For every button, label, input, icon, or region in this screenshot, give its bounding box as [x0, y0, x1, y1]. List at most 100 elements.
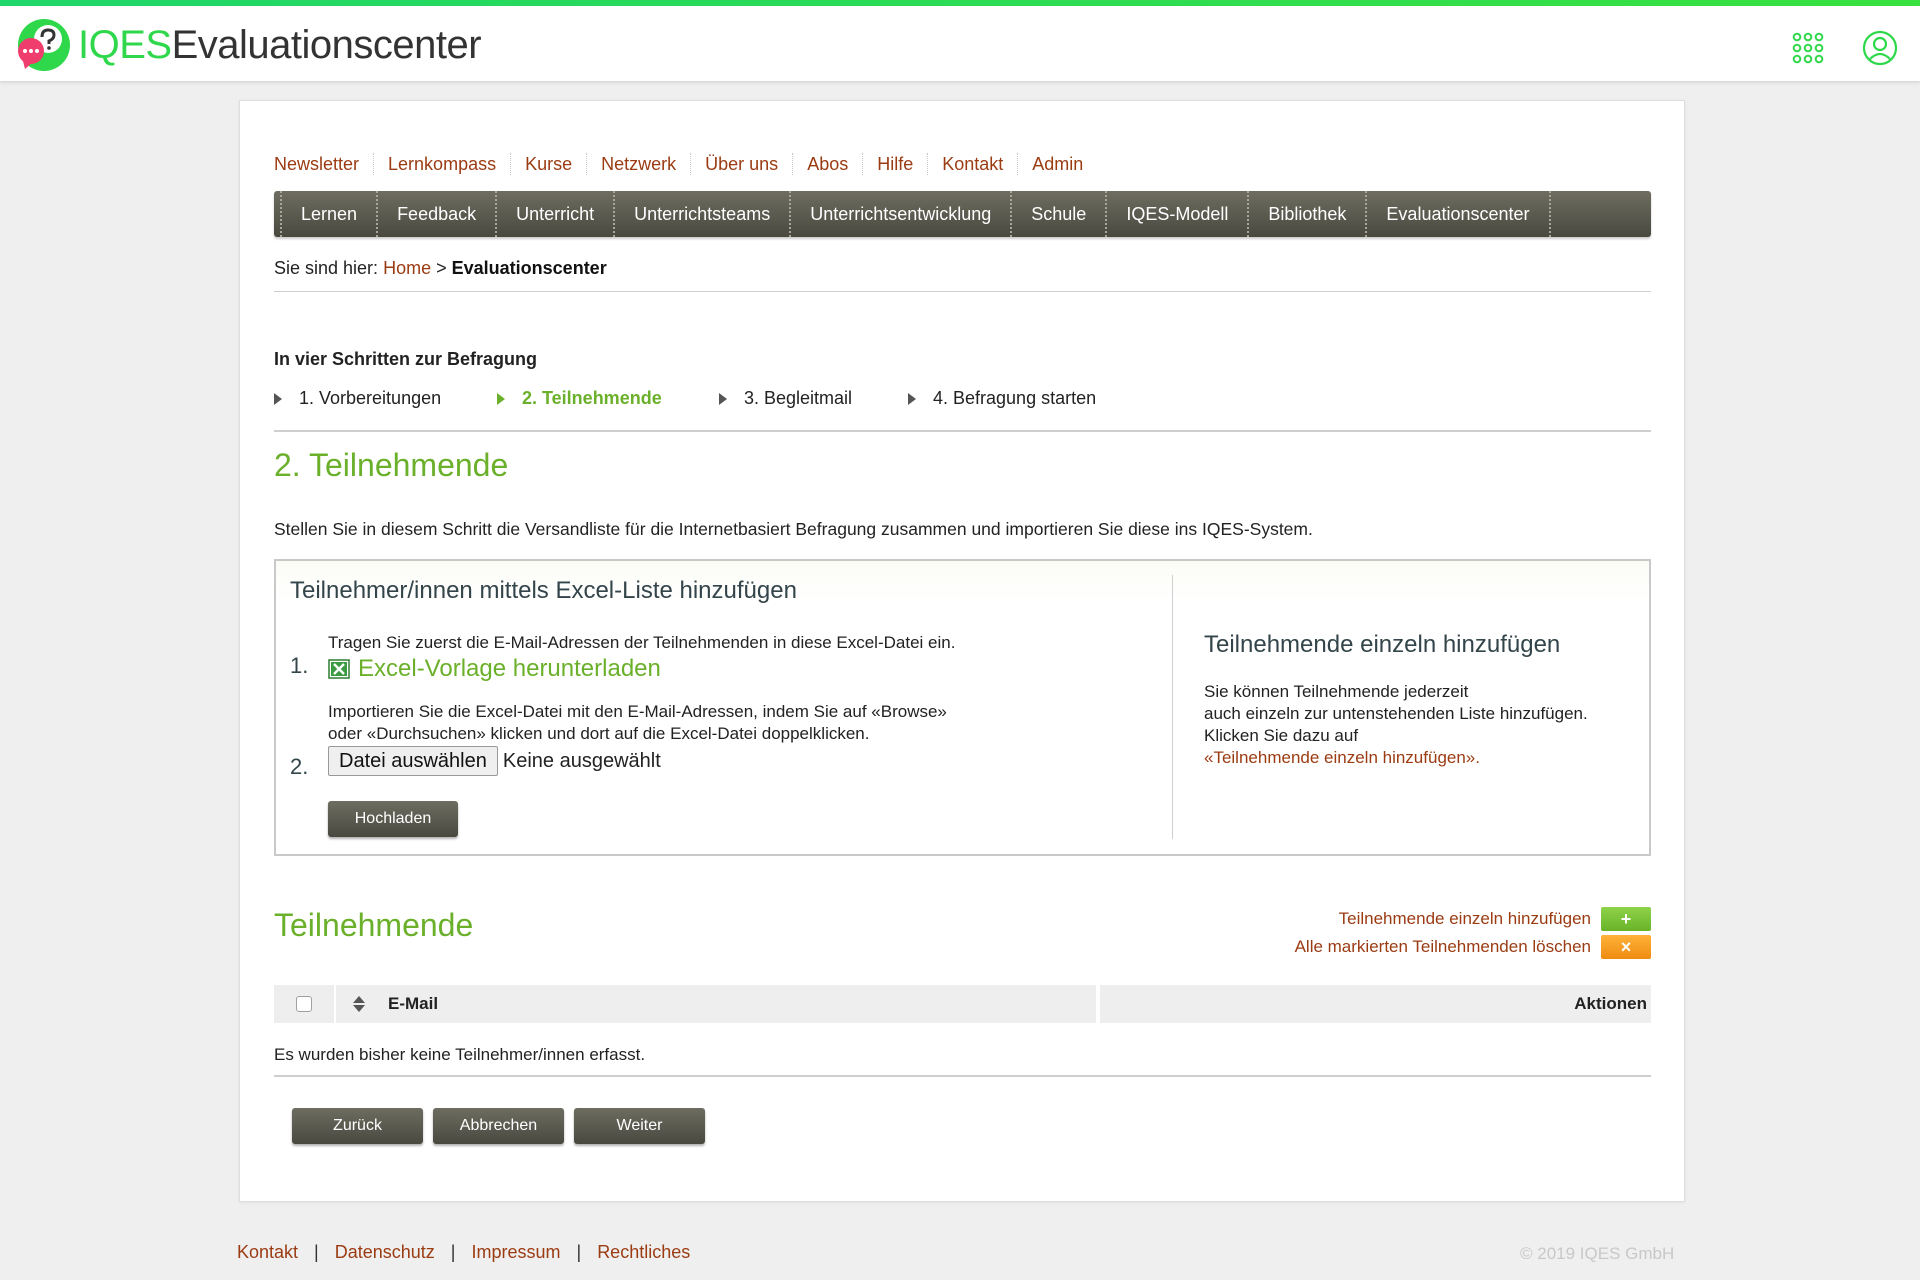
upload-panel: Teilnehmer/innen mittels Excel-Liste hin… — [274, 559, 1651, 856]
step-label: 1. Vorbereitungen — [299, 388, 442, 408]
file-input: Datei auswählen Keine ausgewählt — [328, 746, 661, 776]
divider — [274, 430, 1651, 432]
breadcrumb-separator: > — [436, 258, 447, 278]
step-label: 4. Befragung starten — [933, 388, 1097, 408]
excel-import-heading: Teilnehmer/innen mittels Excel-Liste hin… — [290, 577, 797, 604]
mainnav-iqes-modell[interactable]: IQES-Modell — [1105, 191, 1247, 237]
add-participant-action[interactable]: Teilnehmende einzeln hinzufügen + — [1339, 907, 1651, 931]
app-logo[interactable]: IQESEvaluationscenter — [14, 17, 482, 73]
footer-datenschutz[interactable]: Datenschutz — [335, 1242, 435, 1262]
user-icon[interactable] — [1862, 30, 1898, 66]
select-all-cell — [274, 985, 334, 1023]
step-1[interactable]: 1. Vorbereitungen — [274, 388, 441, 409]
next-button[interactable]: Weiter — [574, 1108, 705, 1144]
triangle-right-icon — [274, 392, 282, 405]
excel-template-download-link[interactable]: Excel-Vorlage herunterladen — [328, 655, 661, 683]
mainnav-unterricht[interactable]: Unterricht — [495, 191, 613, 237]
single-add-section: Teilnehmende einzeln hinzufügen Sie könn… — [1204, 561, 1644, 854]
topnav-hilfe[interactable]: Hilfe — [862, 153, 927, 175]
cancel-button[interactable]: Abbrechen — [433, 1108, 564, 1144]
excel-file-icon — [328, 659, 350, 679]
single-add-description: Sie können Teilnehmende jederzeit auch e… — [1204, 681, 1588, 769]
mainnav-evaluationscenter[interactable]: Evaluationscenter — [1365, 191, 1551, 237]
topnav-abos[interactable]: Abos — [792, 153, 862, 175]
footer-separator: | — [450, 1242, 456, 1262]
excel-import-section: Teilnehmer/innen mittels Excel-Liste hin… — [276, 561, 1172, 854]
participants-title: Teilnehmende — [274, 907, 474, 943]
upload-button[interactable]: Hochladen — [328, 801, 458, 837]
step-number-2: 2. — [290, 754, 309, 779]
plus-icon[interactable]: + — [1601, 907, 1651, 931]
mainnav-feedback[interactable]: Feedback — [376, 191, 495, 237]
mainnav-lernen[interactable]: Lernen — [280, 191, 376, 237]
copyright: © 2019 IQES GmbH — [1520, 1244, 1675, 1263]
excel-template-label: Excel-Vorlage herunterladen — [358, 655, 661, 682]
intro-text: Stellen Sie in diesem Schritt die Versan… — [274, 519, 1313, 539]
topnav-kontakt[interactable]: Kontakt — [927, 153, 1017, 175]
add-participant-label: Teilnehmende einzeln hinzufügen — [1338, 909, 1591, 928]
mainnav-schule[interactable]: Schule — [1010, 191, 1105, 237]
excel-step2-line2: oder «Durchsuchen» klicken und dort auf … — [328, 724, 870, 743]
file-status: Keine ausgewählt — [502, 749, 661, 772]
email-column-label: E-Mail — [388, 994, 439, 1013]
single-add-line3: Klicken Sie dazu auf — [1204, 726, 1359, 745]
step-3[interactable]: 3. Begleitmail — [719, 388, 852, 409]
email-column-header[interactable]: E-Mail — [336, 985, 1096, 1023]
participants-table-header: E-Mail Aktionen — [274, 985, 1651, 1023]
footer-kontakt[interactable]: Kontakt — [237, 1242, 298, 1262]
topnav-ueber-uns[interactable]: Über uns — [690, 153, 792, 175]
step-progress: 1. Vorbereitungen 2. Teilnehmende 3. Beg… — [274, 388, 1651, 414]
actions-column-label: Aktionen — [1574, 994, 1647, 1013]
delete-selected-action[interactable]: Alle markierten Teilnehmenden löschen × — [1295, 935, 1651, 959]
app-header: IQESEvaluationscenter — [0, 6, 1920, 82]
footer-separator: | — [576, 1242, 582, 1262]
step-number-1: 1. — [290, 653, 309, 678]
footer-impressum[interactable]: Impressum — [471, 1242, 560, 1262]
triangle-right-icon — [908, 392, 916, 405]
mainnav-unterrichtsteams[interactable]: Unterrichtsteams — [613, 191, 789, 237]
topnav-lernkompass[interactable]: Lernkompass — [373, 153, 510, 175]
step-label: 3. Begleitmail — [744, 388, 853, 408]
sort-icon[interactable] — [352, 994, 366, 1014]
mainnav-unterrichtsentwicklung[interactable]: Unterrichtsentwicklung — [789, 191, 1010, 237]
topnav-kurse[interactable]: Kurse — [510, 153, 586, 175]
excel-step1-text: Tragen Sie zuerst die E-Mail-Adressen de… — [328, 633, 956, 652]
logo-chat-icon — [18, 19, 70, 71]
footer-links: Kontakt | Datenschutz | Impressum | Rechtliche… — [237, 1242, 690, 1263]
excel-step2-line1: Importieren Sie die Excel-Datei mit den … — [328, 702, 947, 721]
step-4[interactable]: 4. Befragung starten — [908, 388, 1096, 409]
close-icon[interactable]: × — [1601, 935, 1651, 959]
triangle-right-icon — [719, 392, 727, 405]
step-2-active[interactable]: 2. Teilnehmende — [497, 388, 662, 409]
breadcrumb: Sie sind hier: Home > Evaluationscenter — [274, 258, 607, 279]
single-add-line2: auch einzeln zur untenstehenden Liste hi… — [1204, 704, 1588, 723]
mainnav-bibliothek[interactable]: Bibliothek — [1247, 191, 1365, 237]
app-title: IQESEvaluationscenter — [78, 17, 482, 73]
app-brand: IQES — [78, 23, 172, 67]
page-title: 2. Teilnehmende — [274, 447, 509, 483]
single-add-heading: Teilnehmende einzeln hinzufügen — [1204, 631, 1561, 658]
delete-selected-label: Alle markierten Teilnehmenden löschen — [1294, 937, 1591, 956]
app-name: Evaluationscenter — [171, 23, 482, 67]
breadcrumb-current: Evaluationscenter — [451, 258, 607, 278]
breadcrumb-prefix: Sie sind hier: — [274, 258, 379, 278]
topnav-netzwerk[interactable]: Netzwerk — [586, 153, 690, 175]
divider — [274, 1075, 1651, 1077]
content-card: Newsletter Lernkompass Kurse Netzwerk Üb… — [239, 100, 1685, 1202]
back-button[interactable]: Zurück — [292, 1108, 423, 1144]
grid-apps-icon[interactable] — [1790, 30, 1826, 66]
choose-file-button[interactable]: Datei auswählen — [328, 746, 498, 776]
actions-column-header: Aktionen — [1100, 985, 1651, 1023]
topnav-newsletter[interactable]: Newsletter — [274, 153, 373, 175]
empty-table-message: Es wurden bisher keine Teilnehmer/innen … — [274, 1045, 646, 1064]
topnav-admin[interactable]: Admin — [1017, 153, 1097, 175]
steps-title: In vier Schritten zur Befragung — [274, 349, 538, 369]
single-add-link[interactable]: «Teilnehmende einzeln hinzufügen». — [1204, 748, 1480, 767]
footer-rechtliches[interactable]: Rechtliches — [597, 1242, 690, 1262]
breadcrumb-home[interactable]: Home — [383, 258, 431, 278]
divider — [274, 291, 1651, 292]
select-all-checkbox[interactable] — [296, 996, 312, 1012]
top-nav: Newsletter Lernkompass Kurse Netzwerk Üb… — [274, 153, 1097, 175]
single-add-line1: Sie können Teilnehmende jederzeit — [1204, 682, 1469, 701]
triangle-right-icon — [497, 392, 505, 405]
